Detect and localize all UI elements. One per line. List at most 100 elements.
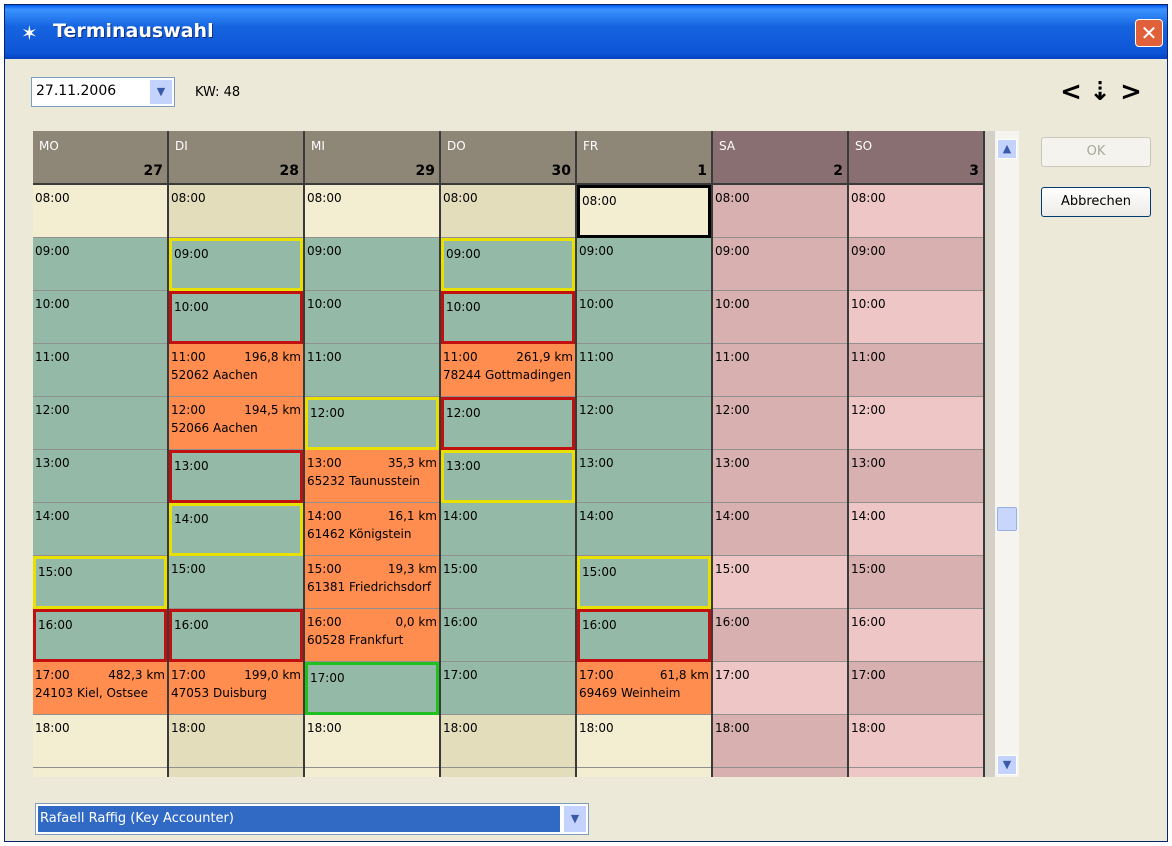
time-slot[interactable]: 15:00 (577, 556, 711, 609)
day-number: 3 (969, 163, 979, 179)
time-slot[interactable]: 18:00 (441, 715, 575, 768)
close-button[interactable]: ✕ (1135, 19, 1163, 47)
time-slot[interactable]: 16:00 (577, 609, 711, 662)
time-slot[interactable]: 15:00 (713, 556, 847, 609)
time-slot[interactable]: 09:00 (441, 238, 575, 291)
time-slot[interactable]: 13:00 (713, 450, 847, 503)
appointment-slot[interactable]: 12:00 194,5 km 52066 Aachen (169, 397, 303, 450)
time-slot[interactable]: 11:00 (849, 344, 983, 397)
time-slot[interactable]: 16:00 (849, 609, 983, 662)
time-slot[interactable]: 14:00 (441, 503, 575, 556)
time-slot[interactable]: 15:00 (169, 556, 303, 609)
time-slot[interactable]: 13:00 (33, 450, 167, 503)
time-slot[interactable]: 15:00 (33, 556, 167, 609)
time-slot[interactable]: 10:00 (33, 291, 167, 344)
time-slot[interactable]: 10:00 (713, 291, 847, 344)
scrollbar-thumb[interactable] (997, 507, 1017, 531)
time-slot[interactable]: 14:00 (169, 503, 303, 556)
time-slot[interactable]: 12:00 (33, 397, 167, 450)
time-slot[interactable]: 13:00 (577, 450, 711, 503)
scroll-down-icon[interactable]: ▼ (997, 755, 1017, 775)
time-slot[interactable]: 14:00 (33, 503, 167, 556)
time-slot[interactable]: 13:00 (169, 450, 303, 503)
time-slot[interactable]: 08:00 (713, 185, 847, 238)
time-slot[interactable]: 11:00 (305, 344, 439, 397)
cancel-button[interactable]: Abbrechen (1041, 187, 1151, 217)
time-slot[interactable]: 17:00 (849, 662, 983, 715)
time-slot[interactable]: 15:00 (849, 556, 983, 609)
time-slot[interactable]: 10:00 (577, 291, 711, 344)
appointment-slot[interactable]: 17:00 482,3 km 24103 Kiel, Ostsee (33, 662, 167, 715)
time-slot[interactable]: 08:00 (33, 185, 167, 238)
time-slot[interactable]: 10:00 (849, 291, 983, 344)
time-slot[interactable]: 17:00 (713, 662, 847, 715)
time-slot[interactable]: 14:00 (577, 503, 711, 556)
time-slot[interactable]: 16:00 (169, 609, 303, 662)
time-slot[interactable]: 10:00 (169, 291, 303, 344)
time-slot[interactable] (577, 768, 711, 777)
time-slot[interactable]: 14:00 (713, 503, 847, 556)
appointment-slot[interactable]: 15:00 19,3 km 61381 Friedrichsdorf (305, 556, 439, 609)
appointment-slot[interactable]: 17:00 199,0 km 47053 Duisburg (169, 662, 303, 715)
time-slot[interactable] (849, 768, 983, 777)
time-slot[interactable] (441, 768, 575, 777)
appointment-slot[interactable]: 13:00 35,3 km 65232 Taunusstein (305, 450, 439, 503)
time-slot[interactable]: 18:00 (577, 715, 711, 768)
time-slot[interactable]: 10:00 (441, 291, 575, 344)
time-slot[interactable]: 14:00 (849, 503, 983, 556)
time-slot[interactable]: 12:00 (305, 397, 439, 450)
time-slot[interactable]: 09:00 (849, 238, 983, 291)
time-slot[interactable]: 16:00 (713, 609, 847, 662)
time-slot[interactable] (169, 768, 303, 777)
current-week-button[interactable]: ⇣ (1088, 77, 1112, 109)
next-week-button[interactable]: > (1119, 77, 1143, 109)
time-slot[interactable]: 16:00 (33, 609, 167, 662)
time-slot[interactable]: 18:00 (713, 715, 847, 768)
time-slot[interactable]: 09:00 (577, 238, 711, 291)
time-slot[interactable]: 12:00 (577, 397, 711, 450)
date-select[interactable]: 27.11.2006 ▼ (31, 77, 175, 107)
time-slot[interactable]: 11:00 (577, 344, 711, 397)
time-slot[interactable]: 10:00 (305, 291, 439, 344)
time-slot[interactable]: 17:00 (441, 662, 575, 715)
appointment-slot[interactable]: 11:00 196,8 km 52062 Aachen (169, 344, 303, 397)
time-slot[interactable]: 18:00 (169, 715, 303, 768)
time-slot[interactable]: 12:00 (441, 397, 575, 450)
appointment-slot[interactable]: 16:00 0,0 km 60528 Frankfurt (305, 609, 439, 662)
time-slot[interactable]: 09:00 (713, 238, 847, 291)
chevron-down-icon[interactable]: ▼ (563, 805, 587, 833)
time-slot[interactable]: 13:00 (441, 450, 575, 503)
time-slot[interactable]: 16:00 (441, 609, 575, 662)
time-slot[interactable]: 08:00 (577, 185, 711, 238)
time-slot[interactable] (713, 768, 847, 777)
time-slot[interactable]: 12:00 (849, 397, 983, 450)
time-slot[interactable]: 18:00 (33, 715, 167, 768)
person-select[interactable]: Rafaell Raffig (Key Accounter) ▼ (35, 803, 589, 835)
time-slot[interactable]: 11:00 (33, 344, 167, 397)
time-slot[interactable] (305, 768, 439, 777)
time-slot[interactable]: 17:00 (305, 662, 439, 715)
previous-week-button[interactable]: < (1059, 77, 1083, 109)
appointment-slot[interactable]: 14:00 16,1 km 61462 Königstein (305, 503, 439, 556)
time-slot[interactable]: 13:00 (849, 450, 983, 503)
time-slot[interactable]: 09:00 (33, 238, 167, 291)
time-slot[interactable]: 11:00 (713, 344, 847, 397)
chevron-down-icon[interactable]: ▼ (149, 79, 173, 105)
time-slot[interactable]: 09:00 (305, 238, 439, 291)
day-column: DO 30 08:00 09:00 10:00 11:00 261,9 km 78244 Go… (441, 131, 577, 777)
time-slot[interactable]: 18:00 (305, 715, 439, 768)
scroll-up-icon[interactable]: ▲ (997, 139, 1017, 159)
appointment-slot[interactable]: 17:00 61,8 km 69469 Weinheim (577, 662, 711, 715)
time-slot[interactable] (33, 768, 167, 777)
time-slot[interactable]: 08:00 (849, 185, 983, 238)
appointment-slot[interactable]: 11:00 261,9 km 78244 Gottmadingen (441, 344, 575, 397)
time-slot[interactable]: 08:00 (169, 185, 303, 238)
time-slot[interactable]: 12:00 (713, 397, 847, 450)
ok-button[interactable]: OK (1041, 137, 1151, 167)
vertical-scrollbar[interactable]: ▲ ▼ (995, 131, 1019, 777)
time-slot[interactable]: 09:00 (169, 238, 303, 291)
time-slot[interactable]: 15:00 (441, 556, 575, 609)
time-slot[interactable]: 08:00 (441, 185, 575, 238)
time-slot[interactable]: 18:00 (849, 715, 983, 768)
time-slot[interactable]: 08:00 (305, 185, 439, 238)
